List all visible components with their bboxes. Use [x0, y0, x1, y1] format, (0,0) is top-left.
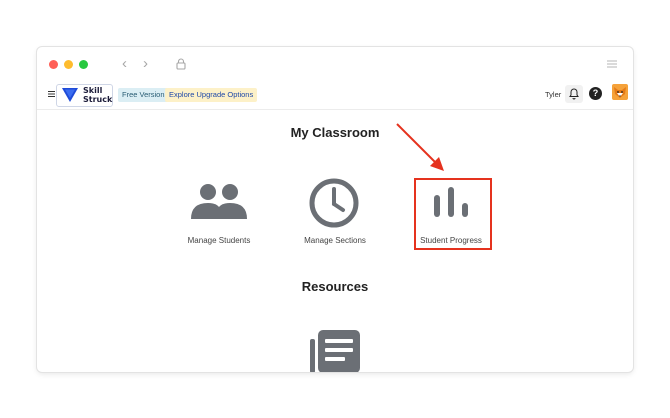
free-version-badge: Free Version: [118, 88, 169, 102]
close-window-button[interactable]: [49, 60, 58, 69]
hamburger-menu-icon[interactable]: [48, 91, 55, 97]
username-label: Tyler: [545, 90, 562, 99]
fox-avatar-icon: [612, 84, 628, 100]
page-title: My Classroom: [290, 125, 380, 140]
red-arrow-annotation-icon: [396, 123, 444, 171]
skill-struck-logo[interactable]: Skill Struck: [56, 84, 113, 107]
menu-lines-icon[interactable]: [607, 60, 617, 68]
manage-students-label[interactable]: Manage Students: [188, 236, 251, 245]
clock-icon[interactable]: [308, 177, 360, 229]
lock-icon: [176, 58, 186, 70]
logo-line-2: Struck: [83, 94, 113, 104]
newspaper-icon[interactable]: [309, 329, 361, 372]
app-header: Skill Struck Free Version Explore Upgrad…: [37, 81, 633, 110]
upgrade-options-link[interactable]: Explore Upgrade Options: [165, 88, 258, 102]
manage-sections-label[interactable]: Manage Sections: [304, 236, 366, 245]
logo-text: Skill Struck: [83, 86, 113, 104]
people-icon[interactable]: [190, 183, 248, 221]
browser-window: ‹ › Skill Struck Free Version Explore Up…: [37, 47, 633, 372]
bell-icon: [569, 88, 579, 100]
resources-title: Resources: [301, 279, 369, 294]
student-progress-highlight: [414, 178, 492, 250]
help-button[interactable]: ?: [589, 87, 602, 100]
notifications-button[interactable]: [565, 85, 583, 103]
avatar[interactable]: [612, 84, 628, 100]
chevron-left-icon[interactable]: ‹: [122, 54, 127, 74]
logo-mark-icon: [62, 88, 78, 102]
chevron-right-icon[interactable]: ›: [143, 54, 148, 74]
maximize-window-button[interactable]: [79, 60, 88, 69]
browser-titlebar: ‹ ›: [37, 47, 633, 81]
minimize-window-button[interactable]: [64, 60, 73, 69]
